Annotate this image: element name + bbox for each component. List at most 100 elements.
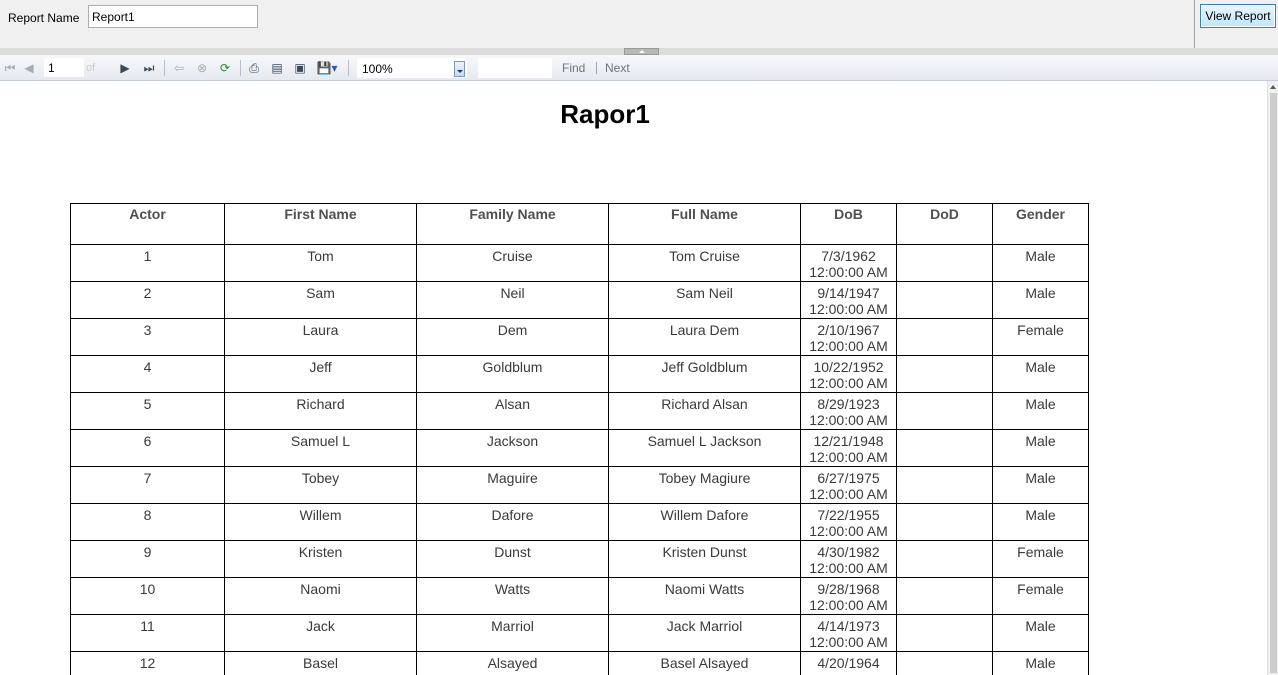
find-next-link[interactable]: Next: [605, 61, 630, 75]
dod-cell: [896, 614, 993, 652]
gender-cell: Male: [992, 503, 1089, 541]
next-page-icon[interactable]: ▶: [116, 59, 134, 77]
actor-cell-text: 2: [143, 285, 152, 301]
find-link[interactable]: Find: [562, 61, 585, 75]
full-name-cell-text: Richard Alsan: [661, 396, 748, 412]
table-row: 11 Jack Marriol Jack Marriol 4/14/1973 12:00:…: [70, 614, 1089, 652]
gender-cell: Male: [992, 355, 1089, 393]
actor-cell-text: 7: [143, 470, 152, 486]
last-page-icon[interactable]: ⏭: [140, 59, 158, 77]
view-report-button[interactable]: View Report: [1200, 4, 1276, 28]
first-name-cell-text: Basel: [302, 655, 339, 671]
dob-cell-text: 6/27/1975: [817, 470, 880, 486]
full-name-cell-text: Jeff Goldblum: [661, 359, 748, 375]
actor-cell: 11: [70, 614, 225, 652]
dob-cell-text: 12:00:00 AM: [809, 560, 888, 576]
current-page-input[interactable]: [44, 58, 84, 77]
table-row: 10 Naomi Watts Naomi Watts 9/28/1968 12:00:00…: [70, 577, 1089, 615]
first-name-cell-text: Tom: [307, 248, 334, 264]
first-name-cell-text: Sam: [306, 285, 335, 301]
actor-cell-text: 8: [143, 507, 152, 523]
dod-cell: [896, 466, 993, 504]
stop-icon[interactable]: ⊗: [193, 59, 211, 77]
dob-cell: 9/14/1947 12:00:00 AM: [800, 281, 897, 319]
page-setup-icon[interactable]: ▣: [291, 59, 309, 77]
first-name-cell: Sam: [224, 281, 417, 319]
family-name-cell-text: Marriol: [491, 618, 534, 634]
report-name-input[interactable]: [88, 5, 258, 28]
dob-cell: 4/20/1964: [800, 651, 897, 675]
back-icon[interactable]: ⇦: [170, 59, 188, 77]
gender-cell-text: Male: [1025, 248, 1056, 264]
dob-cell-text: 12:00:00 AM: [809, 486, 888, 502]
gender-cell-text: Male: [1025, 470, 1056, 486]
first-name-cell-text: Samuel L: [290, 433, 351, 449]
scroll-up-arrow-icon[interactable]: [1270, 85, 1276, 89]
actor-cell: 12: [70, 651, 225, 675]
previous-page-icon[interactable]: ◀: [20, 59, 38, 77]
family-name-cell: Maguire: [416, 466, 609, 504]
dob-cell-text: 12:00:00 AM: [809, 264, 888, 280]
zoom-select[interactable]: 100%: [357, 58, 467, 78]
scrollbar-thumb[interactable]: [1270, 93, 1277, 673]
full-name-cell-text: Willem Dafore: [660, 507, 749, 523]
dob-cell: 10/22/1952 12:00:00 AM: [800, 355, 897, 393]
first-name-cell: Basel: [224, 651, 417, 675]
table-row: 4 Jeff Goldblum Jeff Goldblum 10/22/1952 12:0…: [70, 355, 1089, 393]
actor-cell: 6: [70, 429, 225, 467]
actor-cell: 9: [70, 540, 225, 578]
actor-cell: 5: [70, 392, 225, 430]
dob-cell: 2/10/1967 12:00:00 AM: [800, 318, 897, 356]
first-name-cell-text: Tobey: [301, 470, 340, 486]
chevron-down-icon[interactable]: [454, 61, 465, 77]
full-name-cell-text: Tom Cruise: [669, 248, 740, 264]
find-text-input[interactable]: [478, 58, 552, 78]
table-row: 2 Sam Neil Sam Neil 9/14/1947 12:00:00 AM Male: [70, 281, 1089, 319]
table-header-row: Actor First Name Family Name Full Name D…: [70, 203, 1089, 245]
family-name-cell: Dem: [416, 318, 609, 356]
first-name-cell-text: Jack: [306, 618, 335, 634]
actor-cell: 7: [70, 466, 225, 504]
zoom-value: 100%: [362, 62, 393, 76]
actor-cell-text: 9: [143, 544, 152, 560]
gender-cell: Male: [992, 429, 1089, 467]
print-layout-icon[interactable]: ▤: [268, 59, 286, 77]
actor-cell: 1: [70, 244, 225, 282]
dob-cell: 9/28/1968 12:00:00 AM: [800, 577, 897, 615]
vertical-scrollbar[interactable]: [1267, 81, 1278, 675]
dob-cell-text: 9/14/1947: [817, 285, 880, 301]
full-name-cell-text: Laura Dem: [669, 322, 740, 338]
first-name-cell-text: Jeff: [309, 359, 332, 375]
actor-cell: 10: [70, 577, 225, 615]
dob-cell-text: 12:00:00 AM: [809, 301, 888, 317]
dob-cell: 12/21/1948 12:00:00 AM: [800, 429, 897, 467]
dob-cell-text: 8/29/1923: [817, 396, 880, 412]
first-name-cell-text: Richard: [296, 396, 345, 412]
dob-cell-text: 10/22/1952: [813, 359, 884, 375]
family-name-cell-text: Dafore: [491, 507, 534, 523]
family-name-cell: Dunst: [416, 540, 609, 578]
dob-cell-text: 4/20/1964: [817, 655, 880, 671]
first-name-cell: Tobey: [224, 466, 417, 504]
print-icon[interactable]: ⎙: [245, 59, 263, 77]
dod-cell: [896, 244, 993, 282]
report-viewer[interactable]: Rapor1 Actor First Name Family Name Full…: [0, 81, 1278, 675]
family-name-cell: Neil: [416, 281, 609, 319]
full-name-cell: Tom Cruise: [608, 244, 801, 282]
refresh-icon[interactable]: ⟳: [216, 59, 234, 77]
full-name-cell: Tobey Magiure: [608, 466, 801, 504]
export-icon[interactable]: 💾▾: [314, 59, 340, 77]
collapse-parameters-button[interactable]: [624, 48, 659, 55]
dob-cell-text: 12:00:00 AM: [809, 412, 888, 428]
table-row: 3 Laura Dem Laura Dem 2/10/1967 12:00:00 AM Fe…: [70, 318, 1089, 356]
dob-cell-text: 4/30/1982: [817, 544, 880, 560]
first-page-icon[interactable]: ⏮: [1, 59, 19, 77]
dob-cell: 8/29/1923 12:00:00 AM: [800, 392, 897, 430]
report-toolbar: ⏮ ◀ of ▶ ⏭ ⇦ ⊗ ⟳ ⎙ ▤ ▣ 💾▾ 100% Find Next: [0, 55, 1278, 81]
dod-cell: [896, 318, 993, 356]
find-separator: [596, 62, 597, 74]
gender-cell: Male: [992, 651, 1089, 675]
first-name-cell: Samuel L: [224, 429, 417, 467]
gender-cell-text: Male: [1025, 507, 1056, 523]
family-name-cell-text: Goldblum: [482, 359, 543, 375]
